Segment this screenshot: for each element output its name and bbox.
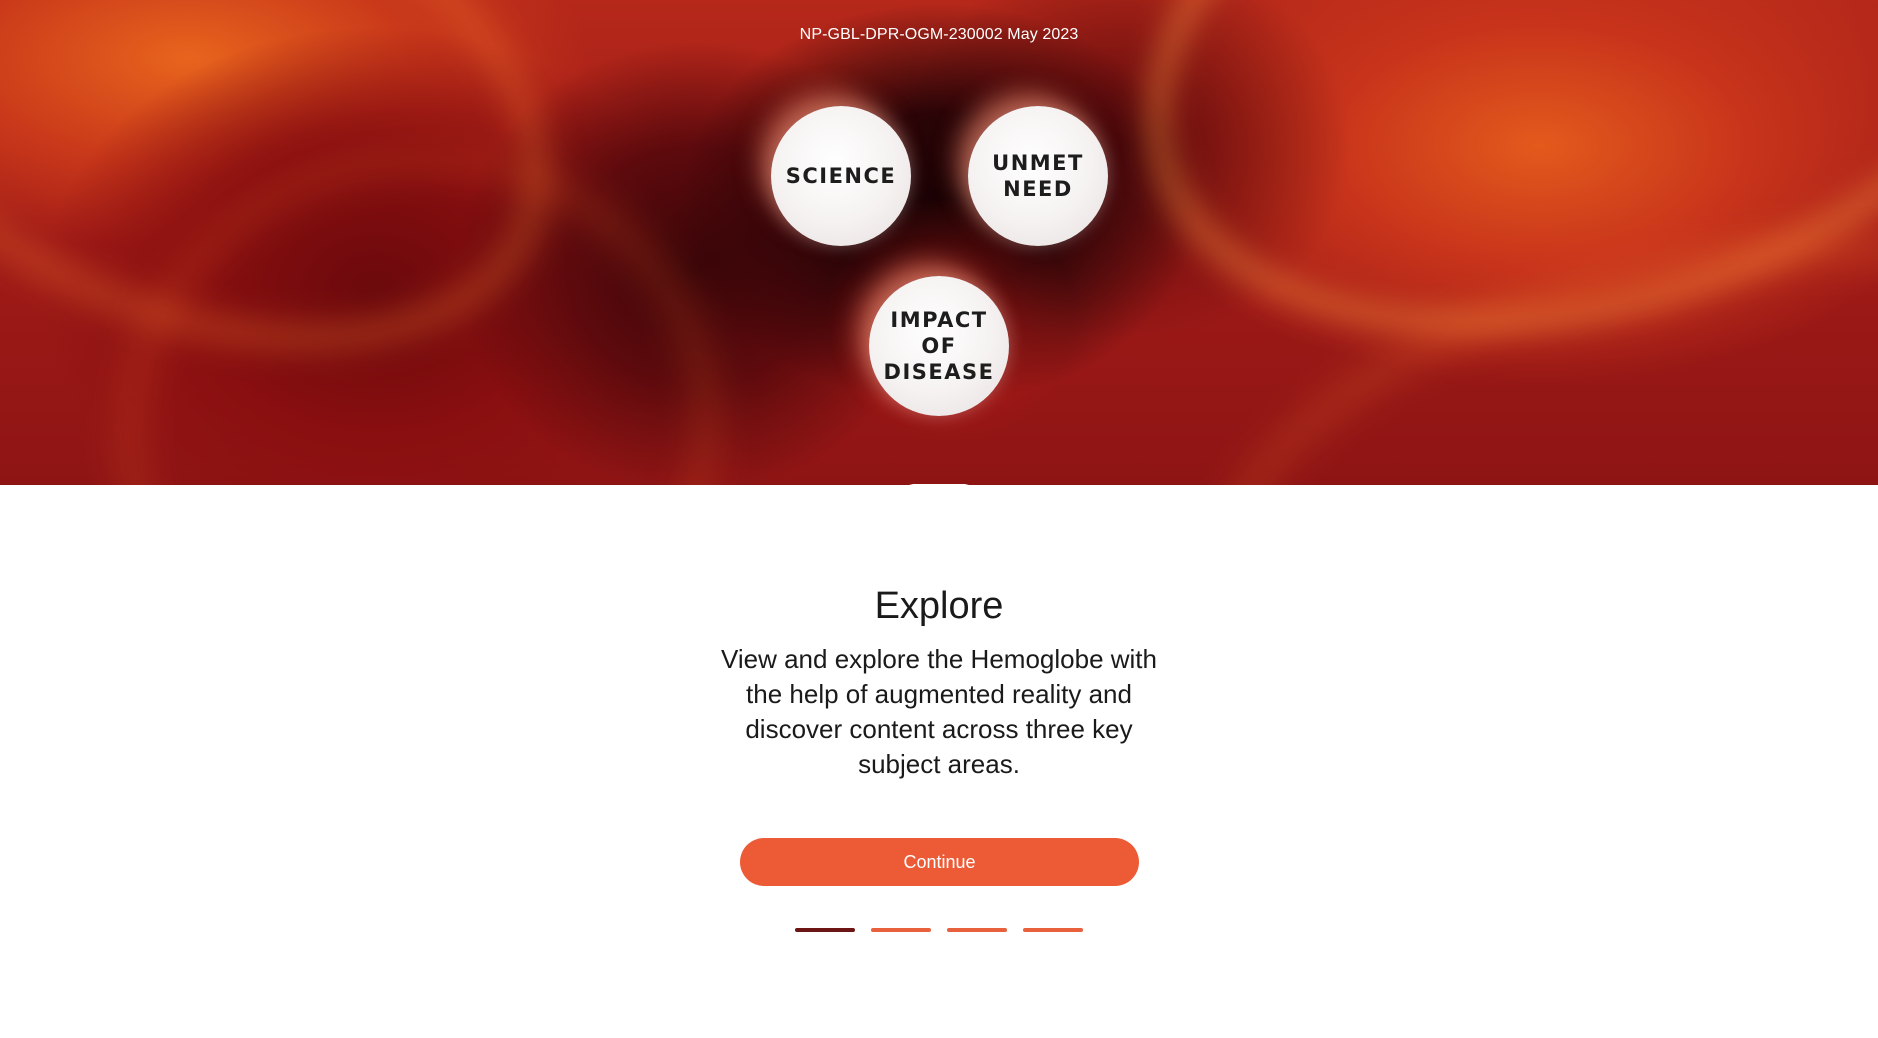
topic-bubble-unmet-need[interactable]: UNMET NEED bbox=[968, 106, 1108, 246]
page-indicator-step-3[interactable] bbox=[947, 928, 1007, 932]
topic-bubble-label: IMPACT OF DISEASE bbox=[883, 308, 995, 384]
reference-code: NP-GBL-DPR-OGM-230002 May 2023 bbox=[799, 26, 1079, 43]
hero-background-streak bbox=[1158, 153, 1878, 485]
topic-bubble-label: UNMET NEED bbox=[992, 151, 1084, 201]
page-indicator bbox=[795, 928, 1083, 932]
hero-banner: NP-GBL-DPR-OGM-230002 May 2023 SCIENCE U… bbox=[0, 0, 1878, 485]
topic-bubble-label: SCIENCE bbox=[785, 164, 897, 188]
onboarding-screen: NP-GBL-DPR-OGM-230002 May 2023 SCIENCE U… bbox=[0, 0, 1878, 1038]
page-title: Explore bbox=[874, 585, 1004, 628]
topic-bubble-impact-of-disease[interactable]: IMPACT OF DISEASE bbox=[869, 276, 1009, 416]
hero-background-streak bbox=[84, 111, 752, 485]
page-indicator-step-1[interactable] bbox=[795, 928, 855, 932]
continue-button[interactable]: Continue bbox=[740, 838, 1139, 886]
hero-background-streak bbox=[0, 0, 624, 447]
intro-description: View and explore the Hemoglobe with the … bbox=[720, 644, 1157, 779]
page-indicator-step-2[interactable] bbox=[871, 928, 931, 932]
topic-bubble-science[interactable]: SCIENCE bbox=[771, 106, 911, 246]
page-indicator-step-4[interactable] bbox=[1023, 928, 1083, 932]
hero-background-streak bbox=[1064, 0, 1878, 446]
hero-notch-divider bbox=[909, 484, 969, 522]
